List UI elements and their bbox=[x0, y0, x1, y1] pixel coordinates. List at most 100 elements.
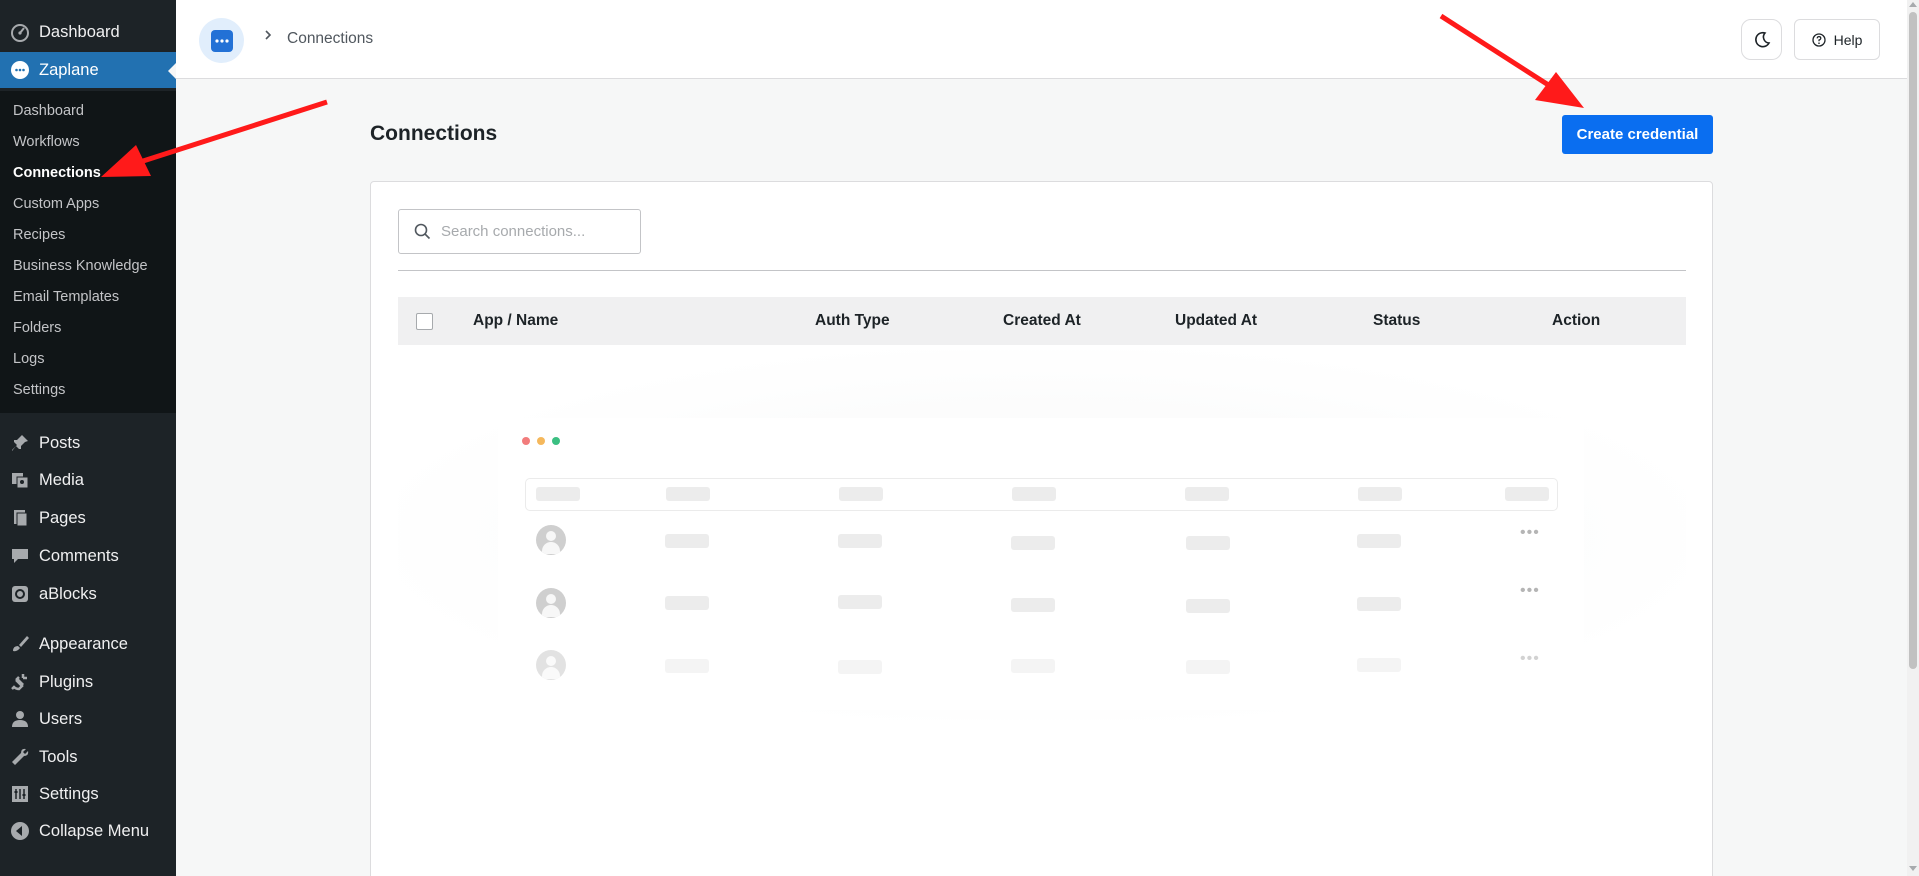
menu-appearance[interactable]: Appearance bbox=[0, 626, 176, 662]
submenu-email-templates[interactable]: Email Templates bbox=[13, 285, 119, 309]
more-dots-icon: ••• bbox=[1520, 650, 1540, 667]
skeleton-bar bbox=[1358, 487, 1402, 501]
column-app-name[interactable]: App / Name bbox=[473, 312, 558, 330]
connections-card: App / Name Auth Type Created At Updated … bbox=[370, 181, 1713, 876]
app-header: Connections Help bbox=[176, 0, 1907, 79]
theme-toggle-button[interactable] bbox=[1741, 19, 1782, 60]
submenu-workflows[interactable]: Workflows bbox=[13, 130, 80, 154]
help-button[interactable]: Help bbox=[1794, 19, 1880, 60]
skeleton-bar bbox=[1357, 658, 1401, 672]
submenu-business-knowledge[interactable]: Business Knowledge bbox=[13, 254, 148, 278]
table-header: App / Name Auth Type Created At Updated … bbox=[398, 297, 1686, 345]
help-button-label: Help bbox=[1833, 31, 1863, 48]
more-dots-icon: ••• bbox=[1520, 582, 1540, 599]
window-dot-red bbox=[522, 437, 530, 445]
brush-icon bbox=[0, 634, 39, 654]
zaplane-logo-icon bbox=[210, 29, 233, 52]
submenu-folders[interactable]: Folders bbox=[13, 316, 61, 340]
menu-plugins-label: Plugins bbox=[39, 672, 94, 691]
menu-ablocks[interactable]: aBlocks bbox=[0, 576, 176, 612]
comment-icon bbox=[0, 546, 39, 566]
plug-icon bbox=[0, 672, 39, 692]
submenu-custom-apps[interactable]: Custom Apps bbox=[13, 192, 99, 216]
menu-settings[interactable]: Settings bbox=[0, 776, 176, 812]
menu-dashboard[interactable]: Dashboard bbox=[0, 14, 176, 50]
page-scrollbar[interactable] bbox=[1907, 0, 1919, 876]
zaplane-submenu: Dashboard Workflows Connections Custom A… bbox=[0, 91, 176, 413]
pages-icon bbox=[0, 508, 39, 528]
menu-users[interactable]: Users bbox=[0, 701, 176, 737]
skeleton-bar bbox=[1011, 536, 1055, 550]
column-created-at[interactable]: Created At bbox=[1003, 312, 1081, 330]
scroll-down-arrow-icon[interactable] bbox=[1909, 866, 1917, 871]
menu-comments-label: Comments bbox=[39, 546, 119, 565]
skeleton-bar bbox=[1011, 598, 1055, 612]
skeleton-bar bbox=[665, 596, 709, 610]
media-icon bbox=[0, 470, 39, 490]
menu-tools[interactable]: Tools bbox=[0, 739, 176, 775]
menu-pages-label: Pages bbox=[39, 508, 86, 527]
submenu-settings[interactable]: Settings bbox=[13, 378, 65, 402]
empty-state-illustration: ••• ••• ••• bbox=[498, 418, 1584, 710]
menu-zaplane-label: Zaplane bbox=[39, 60, 99, 79]
search-icon bbox=[414, 223, 431, 240]
select-all-checkbox[interactable] bbox=[416, 313, 433, 330]
skeleton-bar bbox=[1186, 536, 1230, 550]
skeleton-header bbox=[525, 478, 1558, 511]
menu-comments[interactable]: Comments bbox=[0, 538, 176, 574]
collapse-menu-label: Collapse Menu bbox=[39, 821, 150, 840]
menu-tools-label: Tools bbox=[39, 747, 78, 766]
search-box[interactable] bbox=[398, 209, 641, 254]
skeleton-bar bbox=[536, 487, 580, 501]
search-input[interactable] bbox=[441, 223, 631, 240]
menu-zaplane[interactable]: Zaplane bbox=[0, 52, 176, 88]
help-circle-icon bbox=[1811, 32, 1826, 47]
menu-posts[interactable]: Posts bbox=[0, 425, 176, 461]
user-icon bbox=[0, 709, 39, 729]
menu-appearance-label: Appearance bbox=[39, 634, 128, 653]
skeleton-bar bbox=[1011, 659, 1055, 673]
skeleton-bar bbox=[838, 660, 882, 674]
moon-icon bbox=[1754, 31, 1770, 47]
submenu-connections[interactable]: Connections bbox=[13, 161, 101, 185]
app-logo[interactable] bbox=[199, 18, 244, 63]
ablocks-icon bbox=[0, 584, 39, 604]
skeleton-bar bbox=[839, 487, 883, 501]
skeleton-bar bbox=[1185, 487, 1229, 501]
zaplane-icon bbox=[0, 60, 39, 80]
menu-media[interactable]: Media bbox=[0, 462, 176, 498]
submenu-dashboard[interactable]: Dashboard bbox=[13, 99, 84, 123]
skeleton-bar bbox=[1357, 597, 1401, 611]
collapse-menu-button[interactable]: Collapse Menu bbox=[0, 813, 176, 849]
skeleton-bar bbox=[1186, 599, 1230, 613]
column-auth-type[interactable]: Auth Type bbox=[815, 312, 890, 330]
avatar-placeholder bbox=[536, 650, 566, 680]
create-credential-button[interactable]: Create credential bbox=[1562, 115, 1713, 154]
menu-dashboard-label: Dashboard bbox=[39, 22, 120, 41]
column-status[interactable]: Status bbox=[1373, 312, 1420, 330]
breadcrumb: Connections bbox=[287, 30, 374, 47]
menu-users-label: Users bbox=[39, 709, 83, 728]
scrollbar-thumb[interactable] bbox=[1909, 12, 1917, 669]
column-updated-at[interactable]: Updated At bbox=[1175, 312, 1257, 330]
collapse-icon bbox=[0, 821, 39, 841]
menu-plugins[interactable]: Plugins bbox=[0, 664, 176, 700]
menu-pages[interactable]: Pages bbox=[0, 500, 176, 536]
pin-icon bbox=[0, 433, 39, 453]
wrench-icon bbox=[0, 747, 39, 767]
skeleton-bar bbox=[665, 534, 709, 548]
admin-sidebar: Dashboard Zaplane Dashboard Workflows Co… bbox=[0, 0, 176, 876]
submenu-logs[interactable]: Logs bbox=[13, 347, 44, 371]
submenu-recipes[interactable]: Recipes bbox=[13, 223, 65, 247]
divider bbox=[398, 270, 1686, 271]
skeleton-bar bbox=[666, 487, 710, 501]
column-action[interactable]: Action bbox=[1552, 312, 1600, 330]
scroll-up-arrow-icon[interactable] bbox=[1909, 2, 1917, 7]
window-dot-green bbox=[552, 437, 560, 445]
sliders-icon bbox=[0, 784, 39, 804]
skeleton-bar bbox=[665, 659, 709, 673]
menu-ablocks-label: aBlocks bbox=[39, 584, 97, 603]
skeleton-bar bbox=[838, 595, 882, 609]
menu-settings-label: Settings bbox=[39, 784, 99, 803]
skeleton-bar bbox=[1505, 487, 1549, 501]
